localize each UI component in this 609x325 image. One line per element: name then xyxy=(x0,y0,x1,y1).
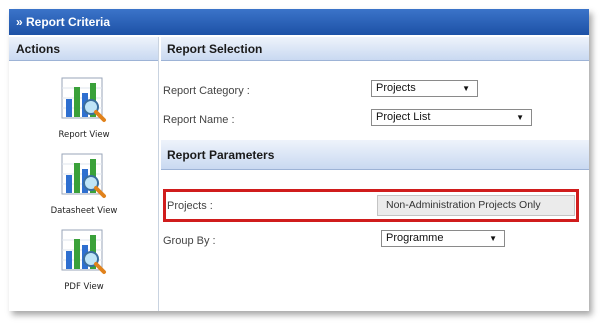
report-category-select[interactable]: Projects ▼ xyxy=(371,80,478,97)
dropdown-arrow-icon: ▼ xyxy=(462,84,470,93)
datasheet-view-action[interactable]: Datasheet View xyxy=(9,153,159,216)
projects-highlight: Projects : Non-Administration Projects O… xyxy=(163,189,579,222)
actions-header: Actions xyxy=(9,37,158,61)
bar-chart-magnifier-icon[interactable] xyxy=(61,229,107,275)
report-category-row: Report Category : Projects ▼ xyxy=(161,80,589,104)
datasheet-view-label: Datasheet View xyxy=(50,206,118,216)
report-name-value: Project List xyxy=(376,111,431,123)
report-view-label: Report View xyxy=(58,130,110,140)
actions-panel: Actions Report View Datasheet View PDF V… xyxy=(9,37,159,311)
pdf-view-action[interactable]: PDF View xyxy=(9,229,159,292)
report-parameters-header: Report Parameters xyxy=(161,140,589,170)
report-name-select[interactable]: Project List ▼ xyxy=(371,109,532,126)
bar-chart-magnifier-icon[interactable] xyxy=(61,153,107,199)
group-by-value: Programme xyxy=(386,232,444,244)
group-by-label: Group By : xyxy=(163,235,216,247)
report-name-label: Report Name : xyxy=(163,114,235,126)
window-title: » Report Criteria xyxy=(9,9,589,35)
projects-label: Projects : xyxy=(167,200,213,212)
report-category-value: Projects xyxy=(376,82,416,94)
report-selection-header: Report Selection xyxy=(161,37,589,61)
projects-value-field[interactable]: Non-Administration Projects Only xyxy=(377,195,575,216)
report-criteria-window: » Report Criteria Actions Report View Da… xyxy=(9,9,589,311)
bar-chart-magnifier-icon[interactable] xyxy=(61,77,107,123)
report-name-row: Report Name : Project List ▼ xyxy=(161,109,589,133)
group-by-select[interactable]: Programme ▼ xyxy=(381,230,505,247)
group-by-row: Group By : Programme ▼ xyxy=(161,230,589,254)
dropdown-arrow-icon: ▼ xyxy=(516,113,524,122)
pdf-view-label: PDF View xyxy=(64,282,104,292)
report-criteria-panel: Report Selection Report Category : Proje… xyxy=(161,37,589,311)
dropdown-arrow-icon: ▼ xyxy=(489,234,497,243)
report-category-label: Report Category : xyxy=(163,85,250,97)
report-view-action[interactable]: Report View xyxy=(9,77,159,140)
